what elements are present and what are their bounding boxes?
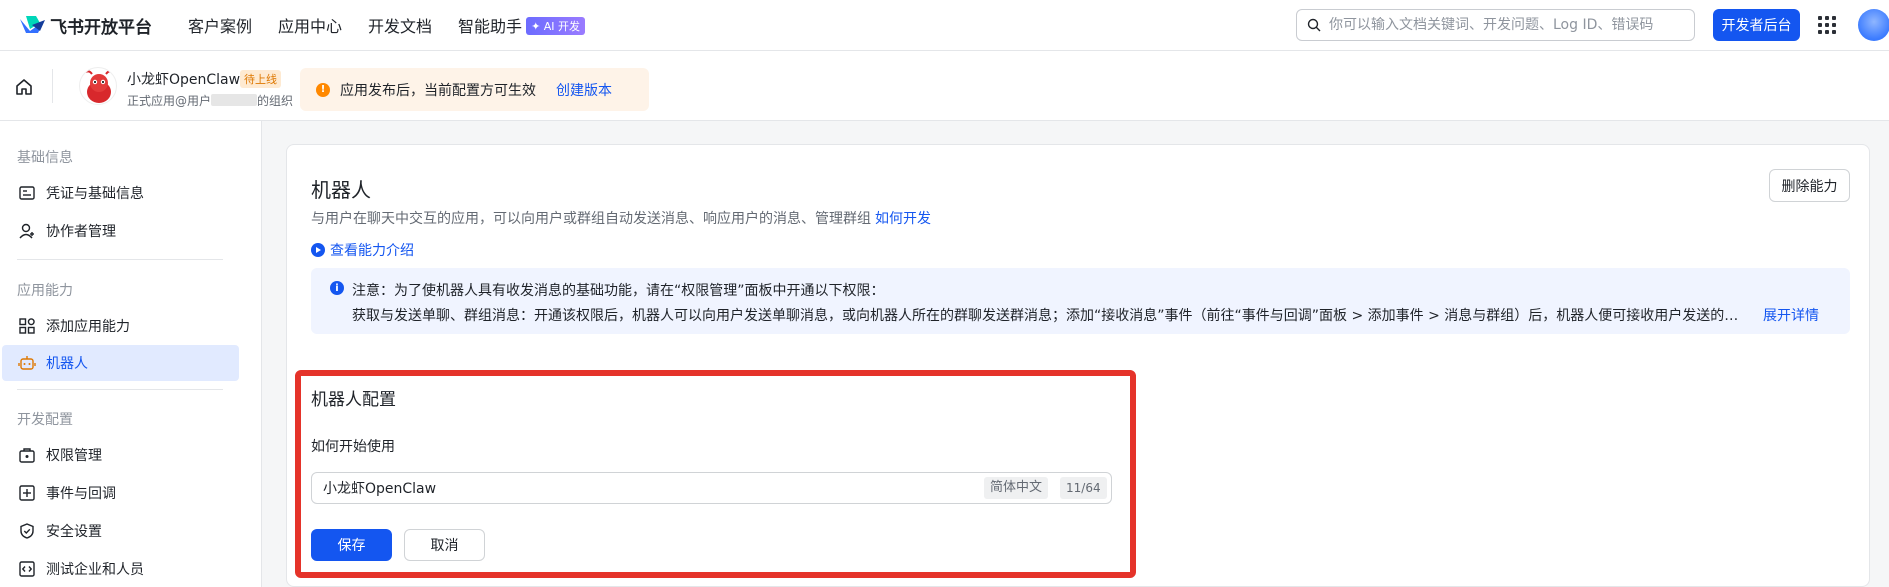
event-add-icon (19, 485, 35, 501)
code-icon (19, 561, 35, 577)
shield-icon (20, 523, 34, 539)
view-intro-link[interactable]: 查看能力介绍 (311, 240, 414, 260)
sidebar-item-label: 协作者管理 (46, 224, 116, 240)
nav-dev-docs[interactable]: 开发文档 (368, 13, 432, 37)
publish-notice: ! 应用发布后，当前配置方可生效 创建版本 (300, 68, 649, 111)
bot-description-text: 与用户在聊天中交互的应用，可以向用户或群组自动发送消息、响应用户的消息、管理群组 (311, 211, 871, 227)
sidebar: 基础信息 凭证与基础信息 协作者管理 应用能力 添加应用能力 机器人 开发配置 … (0, 121, 262, 587)
info-detail: 获取与发送单聊、群组消息：开通该权限后，机器人可以向用户发送单聊消息，或向机器人… (352, 308, 1748, 324)
bot-config-title: 机器人配置 (311, 390, 396, 410)
sidebar-item-events[interactable]: 事件与回调 (2, 475, 239, 511)
sidebar-divider (17, 259, 223, 260)
sidebar-divider (17, 389, 223, 390)
warning-icon: ! (316, 82, 330, 97)
nav-customer-cases[interactable]: 客户案例 (188, 13, 252, 37)
sidebar-item-bot[interactable]: 机器人 (2, 345, 239, 381)
app-header: 小龙虾OpenClaw 待上线 正式应用@用户 的组织 ! 应用发布后，当前配置方… (0, 51, 1889, 121)
search-box[interactable] (1296, 9, 1695, 41)
sidebar-item-label: 测试企业和人员 (46, 562, 144, 578)
sidebar-item-add-capability[interactable]: 添加应用能力 (2, 308, 239, 344)
apps-grid-icon[interactable] (1818, 16, 1836, 34)
sidebar-item-security[interactable]: 安全设置 (2, 513, 239, 549)
page-title: 机器人 (311, 178, 371, 202)
sidebar-item-label: 凭证与基础信息 (46, 186, 144, 202)
ai-dev-badge: ✦ AI 开发 (526, 17, 586, 35)
sidebar-group-basic: 基础信息 (17, 150, 73, 166)
app-name[interactable]: 小龙虾OpenClaw (127, 69, 240, 89)
info-icon: i (330, 281, 344, 295)
user-icon (19, 223, 34, 239)
briefcase-lock-icon (19, 448, 35, 463)
language-tag[interactable]: 简体中文 (984, 477, 1049, 499)
bot-description: 与用户在聊天中交互的应用，可以向用户或群组自动发送消息、响应用户的消息、管理群组… (311, 208, 931, 228)
sidebar-item-label: 安全设置 (46, 524, 102, 540)
expand-details-link[interactable]: 展开详情 (1763, 305, 1819, 325)
sidebar-item-credentials[interactable]: 凭证与基础信息 (2, 175, 239, 211)
char-count: 11/64 (1060, 477, 1107, 499)
logo[interactable]: 飞书开放平台 (18, 13, 152, 38)
developer-console-button[interactable]: 开发者后台 (1713, 9, 1800, 41)
delete-capability-button[interactable]: 删除能力 (1769, 169, 1850, 202)
search-icon (1307, 18, 1321, 32)
user-avatar[interactable] (1858, 9, 1889, 41)
sidebar-item-permissions[interactable]: 权限管理 (2, 437, 239, 473)
sidebar-item-label: 权限管理 (46, 448, 102, 464)
app-org-suffix: 的组织 (257, 94, 294, 108)
how-to-develop-link[interactable]: 如何开发 (875, 211, 931, 227)
notice-text: 应用发布后，当前配置方可生效 (340, 82, 536, 99)
home-icon[interactable] (14, 77, 34, 97)
sidebar-item-label: 添加应用能力 (46, 319, 130, 335)
sidebar-item-label: 机器人 (46, 356, 88, 372)
create-version-link[interactable]: 创建版本 (556, 80, 612, 100)
info-note: 注意：为了使机器人具有收发消息的基础功能，请在“权限管理”面板中开通以下权限： (352, 283, 885, 299)
id-card-icon (19, 186, 35, 200)
view-intro-label: 查看能力介绍 (330, 243, 414, 259)
nav-ai-assistant[interactable]: 智能助手 ✦ AI 开发 (458, 13, 586, 37)
play-icon (311, 243, 325, 257)
nav-ai-assistant-label: 智能助手 (458, 17, 523, 36)
sidebar-group-dev-config: 开发配置 (17, 412, 73, 428)
app-org-label: 正式应用@用户 的组织 (127, 92, 293, 109)
feishu-logo-icon (20, 16, 45, 33)
app-avatar (79, 67, 117, 105)
cancel-button[interactable]: 取消 (404, 529, 485, 561)
how-to-start-label: 如何开始使用 (311, 439, 395, 455)
sidebar-item-test-org[interactable]: 测试企业和人员 (2, 551, 239, 587)
app-org-prefix: 正式应用@用户 (127, 94, 212, 108)
how-to-start-input[interactable] (312, 480, 972, 496)
redacted-username (211, 94, 258, 106)
add-app-icon (19, 318, 35, 334)
nav-app-center[interactable]: 应用中心 (278, 13, 342, 37)
divider (52, 69, 53, 103)
save-button[interactable]: 保存 (311, 529, 392, 561)
sidebar-group-capabilities: 应用能力 (17, 283, 73, 299)
sidebar-item-label: 事件与回调 (46, 486, 116, 502)
how-to-start-field[interactable]: 简体中文 11/64 (311, 472, 1112, 504)
sidebar-item-collaborators[interactable]: 协作者管理 (2, 213, 239, 249)
app-status-badge: 待上线 (240, 70, 281, 88)
logo-text: 飞书开放平台 (50, 17, 152, 38)
robot-icon (18, 356, 36, 370)
search-input[interactable] (1329, 17, 1679, 33)
permission-info-box: i 注意：为了使机器人具有收发消息的基础功能，请在“权限管理”面板中开通以下权限… (311, 268, 1850, 334)
app-mascot-icon (85, 70, 113, 103)
